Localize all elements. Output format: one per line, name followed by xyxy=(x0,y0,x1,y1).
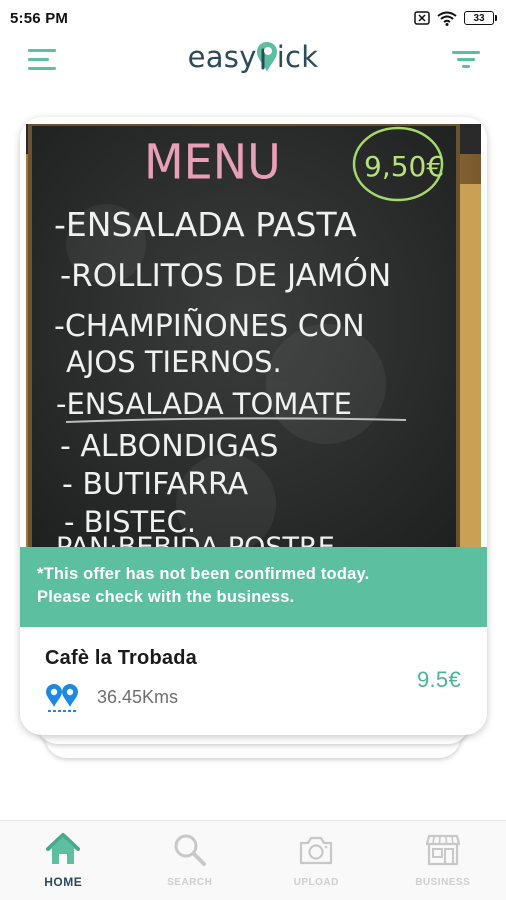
offer-notice-line2: Please check with the business. xyxy=(37,588,295,606)
location-pin-icon xyxy=(46,684,78,712)
battery-icon: 33 xyxy=(464,11,497,25)
app-header: easy ick xyxy=(0,36,506,84)
menu-board-price-tag: 9,50€ xyxy=(364,150,444,183)
menu-board-line: - BUTIFARRA xyxy=(62,467,249,502)
menu-board-line: -ENSALADA PASTA xyxy=(54,205,357,244)
bottom-navigation: HOME SEARCH UPLOAD BUSINESS xyxy=(0,820,506,900)
menu-board-line: -ROLLITOS DE JAMÓN xyxy=(60,257,391,294)
distance: 36.45Kms xyxy=(97,687,179,707)
business-name: Cafè la Trobada xyxy=(45,647,197,669)
offer-price: 9.5€ xyxy=(416,667,461,692)
filter-button[interactable] xyxy=(450,46,482,74)
nav-business-label: BUSINESS xyxy=(415,877,471,888)
card-info: Cafè la Trobada 36.45Kms 9.5€ xyxy=(20,627,487,735)
nav-search[interactable]: SEARCH xyxy=(127,821,254,900)
search-icon xyxy=(174,834,206,866)
menu-board-line: AJOS TIERNOS. xyxy=(66,345,282,379)
home-icon xyxy=(46,833,81,864)
menu-board-line: - ALBONDIGAS xyxy=(60,429,278,464)
menu-board-line: -ENSALADA TOMATE xyxy=(56,387,352,421)
offer-notice-line1: *This offer has not been confirmed today… xyxy=(37,565,370,583)
nav-home[interactable]: HOME xyxy=(0,821,127,900)
battery-level: 33 xyxy=(473,12,485,24)
filter-icon xyxy=(452,51,480,68)
nav-business[interactable]: BUSINESS xyxy=(380,821,506,900)
status-icons: 33 xyxy=(414,11,497,26)
menu-board-title: MENU xyxy=(144,135,281,191)
menu-board-photo: MENU 9,50€ -ENSALADA PASTA -ROLLITOS DE … xyxy=(26,124,481,562)
offer-card[interactable]: MENU 9,50€ -ENSALADA PASTA -ROLLITOS DE … xyxy=(20,117,487,735)
nav-search-label: SEARCH xyxy=(167,877,213,888)
logo-pin-icon xyxy=(256,42,277,72)
nav-upload-label: UPLOAD xyxy=(293,877,339,888)
sim-off-icon xyxy=(414,11,430,25)
menu-board-line: -CHAMPIÑONES CON xyxy=(54,308,365,344)
status-time: 5:56 PM xyxy=(10,9,69,27)
logo-text-prefix: easy xyxy=(187,40,257,74)
menu-board-illustration: MENU 9,50€ -ENSALADA PASTA -ROLLITOS DE … xyxy=(26,124,481,562)
offer-unconfirmed-banner: *This offer has not been confirmed today… xyxy=(20,547,487,627)
status-bar: 5:56 PM 33 xyxy=(0,0,506,36)
wifi-icon xyxy=(437,11,457,26)
app-logo: easy ick xyxy=(0,40,506,74)
store-icon xyxy=(425,834,460,866)
camera-icon xyxy=(300,836,333,865)
nav-upload[interactable]: UPLOAD xyxy=(253,821,380,900)
logo-text-suffix: ick xyxy=(276,40,319,74)
nav-home-label: HOME xyxy=(44,875,83,889)
